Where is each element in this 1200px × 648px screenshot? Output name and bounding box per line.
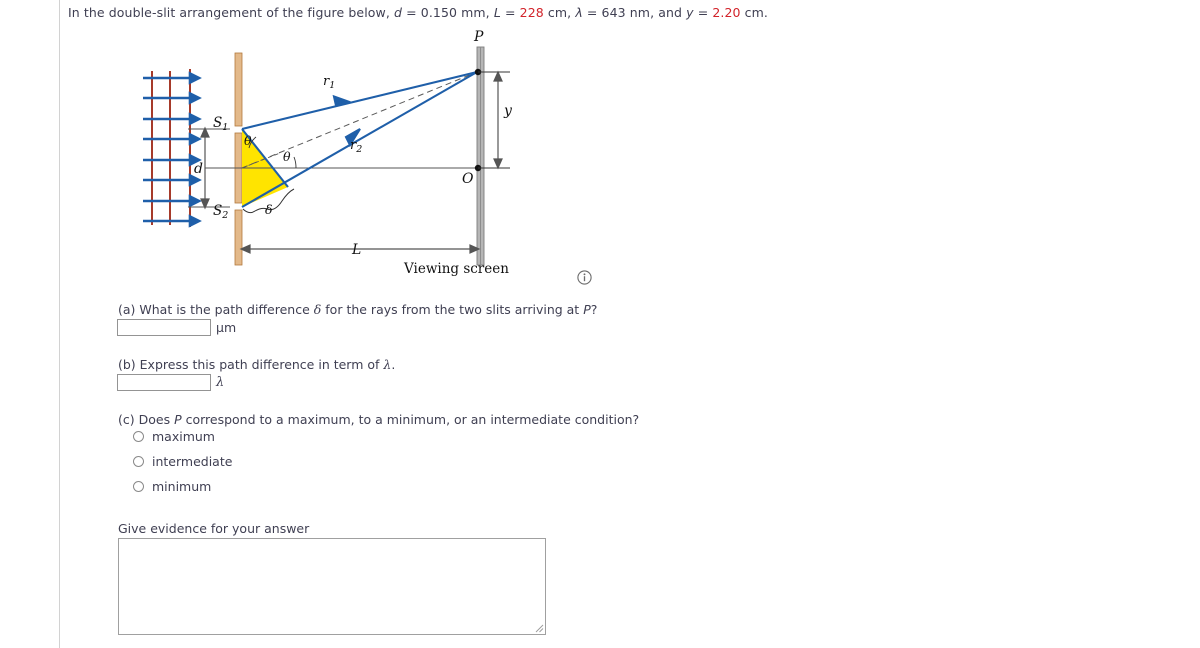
- label-r2: r2: [350, 138, 362, 155]
- radio-option-intermediate[interactable]: intermediate: [133, 454, 232, 469]
- ray-r1: [241, 70, 478, 131]
- radio-circle-icon[interactable]: [133, 456, 144, 467]
- label-O: O: [462, 171, 474, 187]
- radio-circle-icon[interactable]: [133, 431, 144, 442]
- question-b-label-post: .: [391, 357, 396, 372]
- label-y: y: [503, 103, 513, 119]
- info-circle-icon[interactable]: [577, 270, 592, 285]
- question-a-symbol-P: P: [583, 302, 591, 317]
- slit-barrier: [234, 52, 243, 266]
- y-eq: =: [697, 5, 709, 20]
- page-left-divider: [59, 0, 60, 648]
- question-b-label-pre: (b) Express this path difference in term…: [118, 357, 384, 372]
- radio-label-minimum: minimum: [152, 479, 212, 494]
- label-delta: δ: [265, 202, 273, 217]
- answer-unit-a: μm: [216, 320, 237, 335]
- y-unit: cm.: [744, 5, 768, 20]
- L-eq: =: [505, 5, 516, 20]
- label-theta-axis: θ: [283, 149, 291, 164]
- evidence-label: Give evidence for your answer: [118, 521, 310, 536]
- problem-statement: In the double-slit arrangement of the fi…: [68, 5, 768, 20]
- question-b-text: (b) Express this path difference in term…: [118, 357, 395, 372]
- double-slit-figure: P O S1 S2 r1 r2 θ θ δ d y L Viewing scre…: [110, 25, 610, 280]
- double-slit-diagram-svg: P O S1 S2 r1 r2 θ θ δ d y L Viewing scre…: [143, 29, 513, 277]
- d-value: = 0.150 mm,: [406, 5, 490, 20]
- L-unit: cm,: [547, 5, 572, 20]
- ray-r2: [241, 71, 478, 208]
- label-r1: r1: [323, 74, 335, 91]
- symbol-y: y: [686, 5, 694, 20]
- wavefront-lines: [151, 69, 191, 227]
- answer-row-b: λ: [117, 374, 224, 391]
- answer-input-b[interactable]: [117, 374, 211, 391]
- dimension-y: [493, 70, 503, 170]
- radio-label-intermediate: intermediate: [152, 454, 233, 469]
- lambda-value: = 643 nm, and: [586, 5, 683, 20]
- label-theta-slit: θ: [244, 133, 252, 148]
- radio-label-maximum: maximum: [152, 429, 215, 444]
- label-S2: S2: [213, 203, 228, 221]
- theta-arc-axis: [293, 156, 297, 169]
- question-a-tail-post: ?: [590, 302, 598, 317]
- answer-input-a[interactable]: [117, 319, 211, 336]
- question-c-symbol-P: P: [174, 412, 182, 427]
- statement-lead: In the double-slit arrangement of the fi…: [68, 5, 390, 20]
- viewing-screen-bar: [476, 46, 485, 266]
- question-c-text: (c) Does P correspond to a maximum, to a…: [118, 412, 639, 427]
- evidence-textarea-wrap: [118, 538, 546, 635]
- question-a-tail-pre: for the rays from the two slits arriving…: [321, 302, 584, 317]
- resize-grip-icon[interactable]: [534, 623, 544, 633]
- label-P: P: [473, 29, 484, 45]
- answer-row-a: μm: [117, 319, 236, 336]
- answer-unit-b: λ: [216, 375, 225, 390]
- label-viewing-screen: Viewing screen: [403, 261, 509, 277]
- label-L: L: [351, 242, 361, 258]
- label-S1: S1: [213, 115, 228, 133]
- question-c-label-post: correspond to a maximum, to a minimum, o…: [181, 412, 640, 427]
- radio-option-maximum[interactable]: maximum: [133, 429, 215, 444]
- L-value: 228: [519, 5, 544, 20]
- symbol-d: d: [394, 5, 403, 20]
- symbol-lambda: λ: [575, 5, 583, 20]
- problem-page: In the double-slit arrangement of the fi…: [0, 0, 1200, 648]
- y-value: 2.20: [712, 5, 741, 20]
- question-a-label: (a) What is the path difference: [118, 302, 310, 317]
- question-c-label-pre: (c) Does: [118, 412, 175, 427]
- question-a-text: (a) What is the path difference δ for th…: [118, 302, 597, 317]
- radio-circle-icon[interactable]: [133, 481, 144, 492]
- radio-option-minimum[interactable]: minimum: [133, 479, 211, 494]
- evidence-textarea[interactable]: [118, 538, 546, 635]
- label-d: d: [194, 161, 203, 177]
- symbol-L: L: [493, 5, 501, 20]
